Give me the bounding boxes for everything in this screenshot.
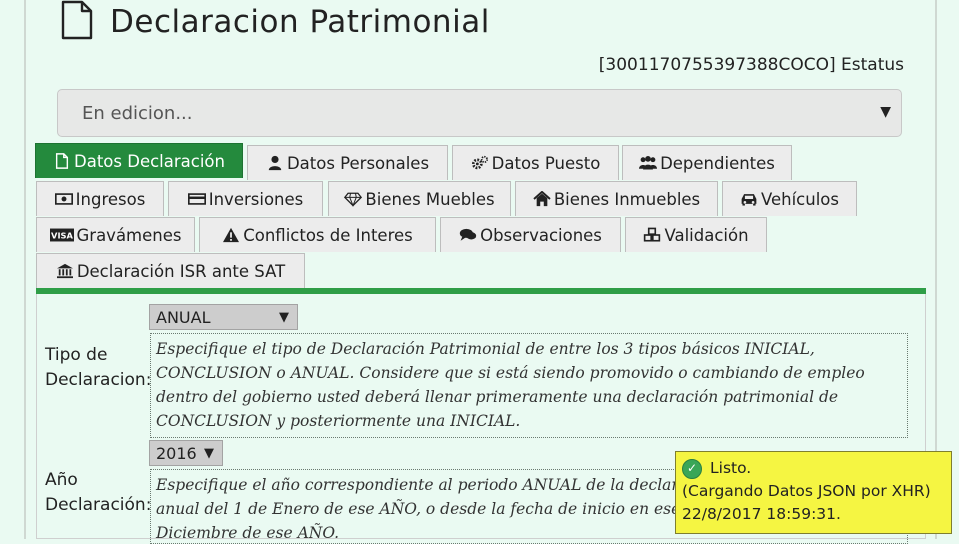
comments-icon	[459, 227, 477, 243]
label-line: Declaración:	[45, 495, 152, 515]
toast-timestamp: 22/8/2017 18:59:31.	[682, 505, 841, 523]
anio-declaracion-select[interactable]: 2016 ▼	[149, 440, 223, 466]
anio-declaracion-label: Año Declaración:	[45, 468, 151, 518]
status-select-value: En edicion...	[82, 102, 193, 124]
tab-label: Ingresos	[75, 189, 146, 209]
chevron-down-icon: ▼	[204, 445, 214, 461]
tab-label: Bienes Muebles	[365, 189, 495, 209]
warning-icon	[222, 227, 240, 243]
page-title: Declaracion Patrimonial	[110, 4, 490, 40]
tab-dependientes[interactable]: Dependientes	[622, 145, 792, 180]
svg-text:VISA: VISA	[51, 231, 73, 241]
status-toast: ✓ Listo. (Cargando Datos JSON por XHR) 2…	[675, 451, 952, 534]
tab-label: Dependientes	[660, 153, 775, 173]
cubes-icon	[643, 227, 661, 243]
tab-inversiones[interactable]: Inversiones	[168, 181, 323, 216]
car-icon	[740, 191, 758, 207]
tab-datos-declaracion[interactable]: Datos Declaración	[35, 143, 243, 178]
tab-label: Datos Personales	[286, 153, 430, 173]
tab-datos-puesto[interactable]: Datos Puesto	[452, 145, 619, 180]
tab-label: Bienes Inmuebles	[553, 189, 701, 209]
visa-icon: VISA	[49, 227, 74, 243]
page-header: Declaracion Patrimonial	[60, 0, 490, 44]
tab-datos-personales[interactable]: Datos Personales	[247, 145, 448, 180]
document-icon	[60, 0, 94, 44]
status-select[interactable]: En edicion... ▼	[57, 89, 902, 137]
label-line: Tipo de	[45, 345, 108, 365]
cogs-icon	[471, 155, 489, 171]
tab-observaciones[interactable]: Observaciones	[440, 217, 621, 252]
frame-left-border	[24, 0, 26, 539]
tab-label: Datos Declaración	[74, 151, 225, 171]
tab-validacion[interactable]: Validación	[625, 217, 767, 252]
users-icon	[639, 155, 658, 171]
tab-vehiculos[interactable]: Vehículos	[722, 181, 857, 216]
document-icon	[53, 153, 71, 169]
tipo-declaracion-help: Especifique el tipo de Declaración Patri…	[150, 333, 908, 438]
toast-title: Listo.	[710, 459, 752, 477]
tab-bienes-inmuebles[interactable]: Bienes Inmuebles	[515, 181, 718, 216]
bank-icon	[56, 263, 74, 279]
diamond-icon	[344, 191, 363, 207]
tipo-declaracion-select[interactable]: ANUAL ▼	[149, 304, 298, 330]
tab-label: Observaciones	[480, 225, 602, 245]
toast-message: (Cargando Datos JSON por XHR)	[682, 482, 931, 500]
declaration-status-id: [3001170755397388COCO] Estatus	[598, 55, 904, 75]
tab-label: Gravámenes	[76, 225, 182, 245]
tipo-declaracion-value: ANUAL	[156, 307, 211, 327]
label-line: Declaracion:	[45, 370, 152, 390]
credit-card-icon	[187, 191, 206, 207]
tab-label: Datos Puesto	[491, 153, 601, 173]
home-icon	[533, 191, 551, 207]
tab-label: Validación	[664, 225, 749, 245]
tab-label: Inversiones	[208, 189, 304, 209]
tab-gravamenes[interactable]: VISA Gravámenes	[36, 217, 195, 252]
anio-declaracion-value: 2016	[156, 443, 197, 463]
tab-conflictos-de-interes[interactable]: Conflictos de Interes	[199, 217, 436, 252]
tab-label: Conflictos de Interes	[243, 225, 413, 245]
chevron-down-icon: ▼	[880, 104, 891, 120]
tab-bienes-muebles[interactable]: Bienes Muebles	[328, 181, 511, 216]
label-line: Año	[45, 470, 78, 490]
tab-label: Vehículos	[760, 189, 839, 209]
money-icon	[54, 191, 73, 207]
tab-label: Declaración ISR ante SAT	[76, 261, 286, 281]
check-icon: ✓	[682, 458, 702, 479]
tipo-declaracion-label: Tipo de Declaracion:	[45, 343, 151, 393]
tab-ingresos[interactable]: Ingresos	[36, 181, 164, 216]
user-icon	[266, 155, 284, 171]
chevron-down-icon: ▼	[279, 309, 289, 325]
tab-declaracion-isr-sat[interactable]: Declaración ISR ante SAT	[36, 253, 305, 288]
